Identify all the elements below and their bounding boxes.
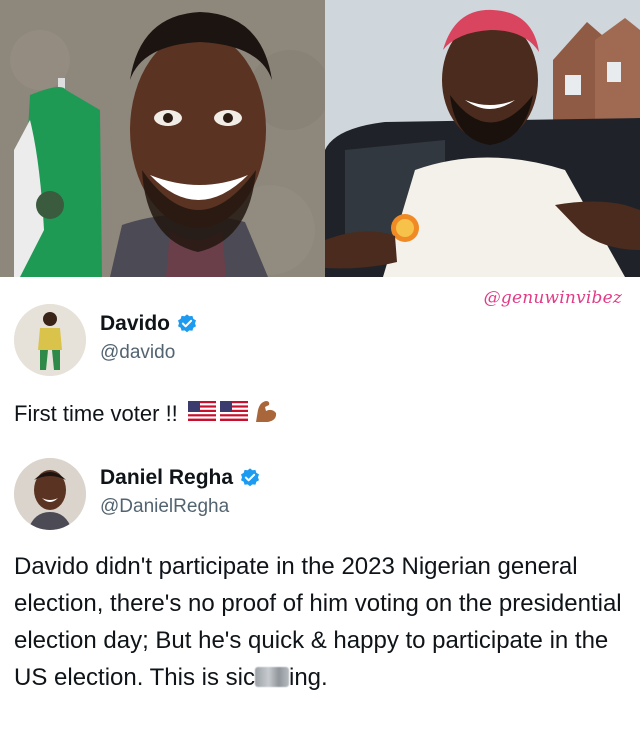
photo-collage — [0, 0, 640, 277]
tweet-author-davido[interactable]: Davido @davido — [14, 304, 414, 376]
verified-badge-icon — [178, 314, 196, 333]
tweet-author-daniel-regha[interactable]: Daniel Regha @DanielRegha — [14, 458, 414, 530]
display-name[interactable]: Davido — [100, 312, 170, 336]
watermark: @genuwinvibez — [483, 288, 622, 308]
display-name[interactable]: Daniel Regha — [100, 466, 233, 490]
tweet-text: Davido didn't participate in the 2023 Ni… — [14, 548, 626, 696]
flexed-biceps-icon — [252, 398, 278, 430]
us-flag-icon — [219, 401, 248, 427]
avatar[interactable] — [14, 458, 86, 530]
photo-man-with-sticker — [325, 0, 640, 277]
photo-man-with-flag — [0, 0, 325, 277]
avatar[interactable] — [14, 304, 86, 376]
handle[interactable]: @DanielRegha — [100, 496, 229, 518]
tweet-body-end: ing. — [288, 664, 328, 691]
us-flag-icon — [187, 401, 216, 427]
censored-text-blur — [254, 667, 289, 687]
verified-badge-icon — [241, 468, 260, 487]
handle[interactable]: @davido — [100, 342, 175, 364]
tweet-text: First time voter !! — [14, 398, 278, 430]
tweet-body: First time voter !! — [14, 401, 178, 426]
